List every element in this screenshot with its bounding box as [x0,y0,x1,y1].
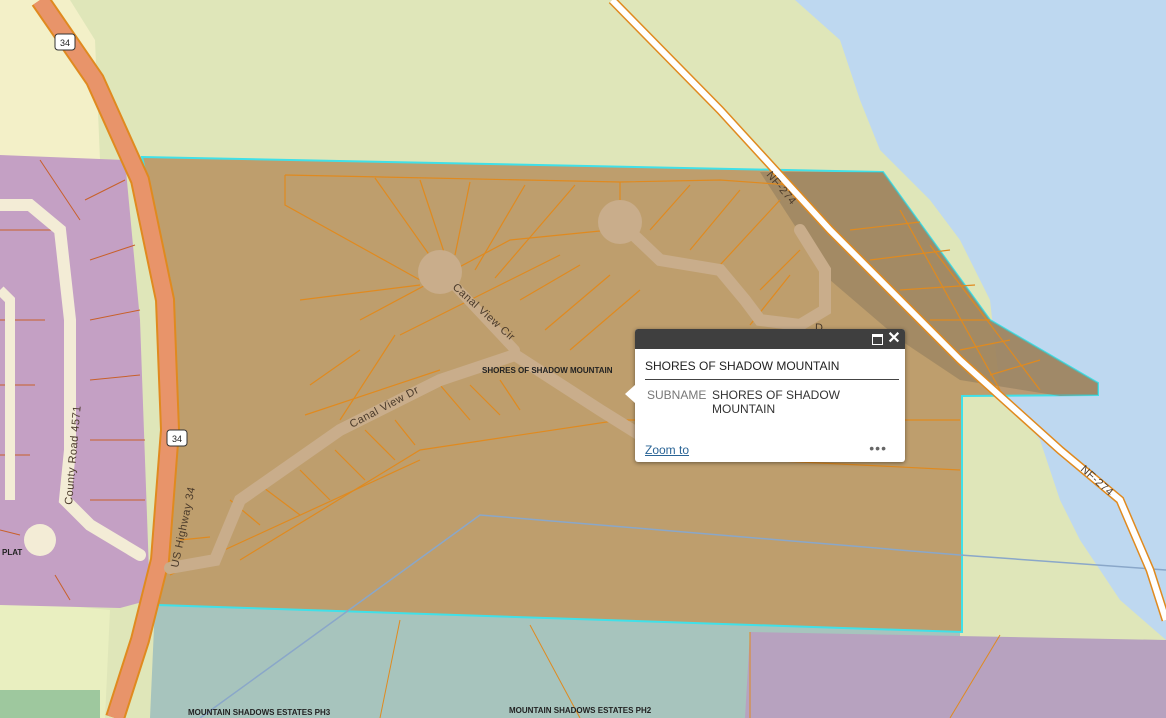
maximize-icon[interactable] [869,331,885,347]
subdivision-southeast [745,632,1166,718]
label-plat: PLAT [2,548,22,557]
svg-text:34: 34 [172,434,182,444]
feature-popup: ✕ SHORES OF SHADOW MOUNTAIN SUBNAME SHOR… [625,329,905,462]
highway-shield-mid: 34 [166,429,188,447]
popup-title: SHORES OF SHADOW MOUNTAIN [645,359,840,373]
popup-header: ✕ [635,329,905,349]
more-options-icon[interactable]: ••• [869,440,887,456]
svg-text:34: 34 [60,38,70,48]
highway-shield-top: 34 [54,33,76,51]
popup-field-value: SHORES OF SHADOW MOUNTAIN [712,388,841,416]
cul-de-sac-east [598,200,642,244]
popup-field-label: SUBNAME [647,388,707,402]
cul-de-sac-west [24,524,56,556]
label-ph3-subdivision: MOUNTAIN SHADOWS ESTATES PH3 [188,708,331,717]
map-canvas[interactable]: US Highway 34 County Road 4571 Canal Vie… [0,0,1166,718]
green-strip [0,690,100,718]
zoom-to-link[interactable]: Zoom to [645,443,689,457]
popup-divider [645,379,899,380]
close-icon[interactable]: ✕ [886,331,902,347]
popup-pointer [625,385,635,403]
label-shores-subdivision: SHORES OF SHADOW MOUNTAIN [482,366,613,375]
label-ph2-subdivision: MOUNTAIN SHADOWS ESTATES PH2 [509,706,652,715]
